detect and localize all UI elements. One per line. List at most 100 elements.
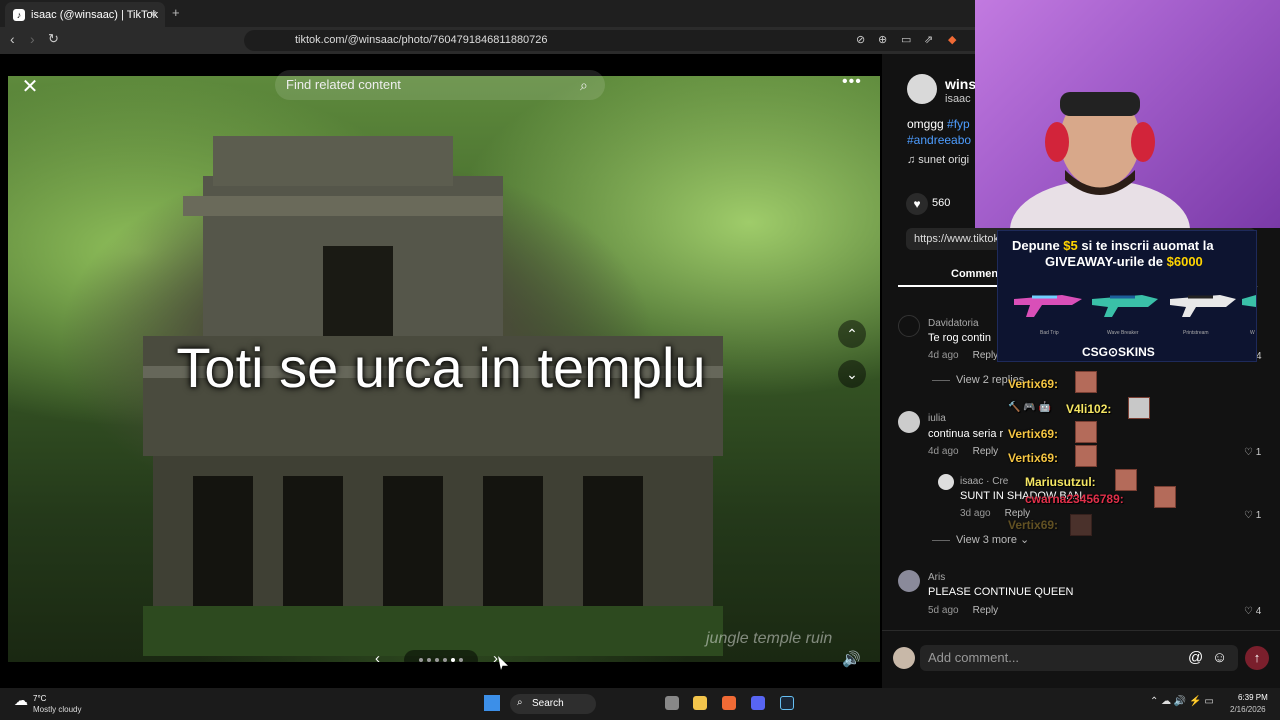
ad-text: GIVEAWAY-urile de <box>1045 254 1167 269</box>
post-comment-button[interactable]: ↑ <box>1245 646 1269 670</box>
file-explorer-icon[interactable] <box>693 696 707 710</box>
reload-icon[interactable]: ↻ <box>48 31 59 47</box>
brave-browser-icon[interactable] <box>722 696 736 710</box>
start-button[interactable] <box>484 695 500 711</box>
slide-dot[interactable] <box>443 658 447 662</box>
chat-emote <box>1154 486 1176 508</box>
search-icon[interactable]: ⌕ <box>580 77 588 94</box>
view-more-label: View 3 more ⌄ <box>956 534 1030 546</box>
slide-dot[interactable] <box>459 658 463 662</box>
slide-dot[interactable] <box>427 658 431 662</box>
like-count: 560 <box>932 197 951 209</box>
url-text[interactable]: tiktok.com/@winsaac/photo/76047918468118… <box>295 34 548 46</box>
streamer-illustration <box>1010 92 1190 228</box>
slide-dot[interactable] <box>451 658 455 662</box>
close-tab-icon[interactable]: × <box>150 7 157 21</box>
clock-date[interactable]: 2/16/2026 <box>1230 705 1266 714</box>
comment-like-button[interactable]: ♡ 4 <box>1244 606 1261 617</box>
taskbar-search[interactable]: Search <box>510 694 596 714</box>
forward-icon[interactable]: › <box>30 31 35 47</box>
ad-amount: $6000 <box>1166 254 1203 269</box>
comment-username[interactable]: Davidatoria <box>928 318 979 329</box>
chat-emote <box>1128 397 1150 419</box>
chat-emote <box>1075 421 1097 443</box>
more-options-icon[interactable]: ••• <box>842 73 862 91</box>
reply-username[interactable]: isaac · Cre <box>960 476 1008 487</box>
comment-avatar[interactable] <box>898 411 920 433</box>
ad-text: Depune <box>1012 238 1064 253</box>
weapon-skin-label: Bad Trip <box>1040 330 1059 336</box>
comment-text: Te rog contin <box>928 332 991 344</box>
slide-dot[interactable] <box>419 658 423 662</box>
weather-description[interactable]: Mostly cloudy <box>33 705 81 714</box>
heart-icon[interactable]: ♥ <box>906 193 928 215</box>
back-icon[interactable]: ‹ <box>10 31 15 47</box>
comment-avatar[interactable] <box>898 570 920 592</box>
reply-avatar[interactable] <box>938 474 954 490</box>
next-slide-button[interactable]: › <box>493 650 498 667</box>
steam-icon[interactable] <box>780 696 794 710</box>
author-avatar[interactable] <box>907 74 937 104</box>
chat-emote <box>1115 469 1137 491</box>
mention-icon[interactable]: @ <box>1188 649 1203 666</box>
task-view-icon[interactable] <box>665 696 679 710</box>
comment-username[interactable]: iulia <box>928 413 946 424</box>
comment-avatar[interactable] <box>898 315 920 337</box>
ad-text: si te inscrii auomat la <box>1077 238 1214 253</box>
volume-icon[interactable]: 🔊 <box>842 650 861 668</box>
reply-button[interactable]: Reply <box>973 446 999 457</box>
tab-title: isaac (@winsaac) | TikTok <box>31 8 159 21</box>
weapon-skin-label: W <box>1250 330 1255 336</box>
emoji-icon[interactable]: ☺ <box>1212 649 1227 666</box>
reply-button[interactable]: Reply <box>973 350 999 361</box>
music-link[interactable]: ♫ sunet origi <box>907 154 969 166</box>
post-description: omggg #fyp <box>907 117 970 131</box>
comment-like-button[interactable]: ♡ 1 <box>1244 447 1261 458</box>
comment-time: 5d ago <box>928 605 959 616</box>
comment-like-count: 1 <box>1255 447 1262 458</box>
view-more-replies-button[interactable]: View 3 more ⌄ <box>932 533 1029 546</box>
previous-post-button[interactable]: ⌃ <box>838 320 866 348</box>
ad-amount: $5 <box>1063 238 1078 253</box>
weapon-skin-label: Printstream <box>1183 330 1209 336</box>
clock-time[interactable]: 6:39 PM <box>1238 693 1268 702</box>
weapon-skin-image <box>1242 295 1256 307</box>
weather-temp[interactable]: 7°C <box>33 694 46 703</box>
new-tab-button[interactable]: + <box>172 5 180 20</box>
screen-icon[interactable]: ▭ <box>901 33 911 46</box>
zoom-icon[interactable]: ⊕ <box>878 33 887 46</box>
share-icon[interactable]: ⇗ <box>924 33 933 46</box>
reply-button[interactable]: Reply <box>973 605 999 616</box>
chat-emote <box>1075 445 1097 467</box>
streamer-webcam <box>975 0 1280 228</box>
system-tray[interactable]: ⌃ ☁ 🔊 ⚡ ▭ <box>1150 696 1214 707</box>
brave-shield-icon[interactable]: ◆ <box>948 33 956 46</box>
chat-badges: 🔨 🎮 🤖 <box>1008 402 1051 413</box>
author-handle[interactable]: isaac · <box>945 93 977 105</box>
chat-username: Vertix69: <box>1008 377 1059 391</box>
close-viewer-button[interactable]: ✕ <box>17 73 43 99</box>
slide-dot[interactable] <box>435 658 439 662</box>
weapon-skin-image <box>1170 295 1236 317</box>
author-name[interactable]: wins <box>945 76 976 92</box>
comment-like-button[interactable]: ♡ 1 <box>1244 510 1261 521</box>
related-search-input[interactable]: Find related content <box>275 70 605 100</box>
hashtag-link[interactable]: #andreeabo <box>907 133 971 147</box>
comment-meta: 5d ago Reply <box>928 605 998 616</box>
chat-username: V4li102: <box>1066 402 1112 416</box>
hashtag-link[interactable]: #fyp <box>947 117 970 131</box>
image-watermark: jungle temple ruin <box>706 630 833 647</box>
comment-username[interactable]: Aris <box>928 572 945 583</box>
weather-icon[interactable]: ☁ <box>14 692 28 709</box>
comment-meta: 4d ago Reply <box>928 446 998 457</box>
next-post-button[interactable]: ⌄ <box>838 360 866 388</box>
ad-headline: Depune $5 si te inscrii auomat la <box>1012 238 1214 253</box>
tiktok-icon: ♪ <box>13 8 25 21</box>
discord-icon[interactable] <box>751 696 765 710</box>
browser-tab[interactable]: ♪ isaac (@winsaac) | TikTok × <box>5 2 165 27</box>
comment-like-count: 4 <box>1255 606 1262 617</box>
mute-site-icon[interactable]: ⊘ <box>856 33 865 46</box>
tab-comments[interactable]: Comment <box>951 268 1002 280</box>
prev-slide-button[interactable]: ‹ <box>375 650 380 667</box>
current-user-avatar <box>893 647 915 669</box>
